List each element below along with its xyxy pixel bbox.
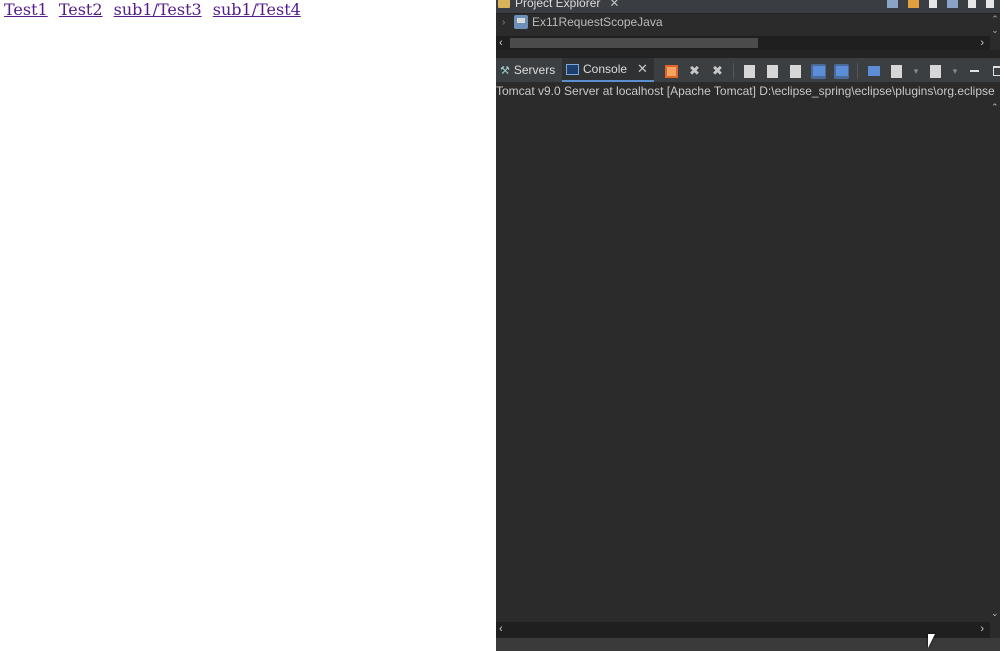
project-explorer-label: Project Explorer <box>515 0 601 10</box>
remove-all-terminated-icon[interactable]: ✖ <box>710 63 725 79</box>
close-icon[interactable]: ✕ <box>637 61 648 77</box>
remove-launch-icon[interactable]: ✖ <box>687 63 702 79</box>
collapse-all-icon[interactable] <box>887 0 898 8</box>
project-explorer-horizontal-scrollbar[interactable]: ‹ › <box>496 36 990 50</box>
scroll-lock-icon[interactable] <box>765 64 780 79</box>
pin-console-icon[interactable] <box>866 64 881 79</box>
show-console-stderr-icon[interactable] <box>834 63 849 79</box>
project-explorer-header: Project Explorer ✕ <box>496 0 1000 14</box>
toolbar-separator <box>857 63 858 79</box>
project-explorer-tree: › Ex11RequestScopeJava <box>496 14 1000 36</box>
scroll-left-icon[interactable]: ‹ <box>499 623 503 635</box>
console-toolbar: ✖ ✖ ▾ ▾ <box>664 63 1000 79</box>
tab-console-label: Console <box>583 62 628 76</box>
scroll-down-icon[interactable]: ⌄ <box>991 608 999 619</box>
mouse-cursor-icon <box>928 634 935 648</box>
filter-icon[interactable] <box>929 0 937 8</box>
console-icon <box>566 63 579 75</box>
link-sub1-test4[interactable]: sub1/Test4 <box>213 0 301 19</box>
toolbar-separator <box>733 63 734 79</box>
view-divider[interactable] <box>496 50 1000 58</box>
tree-item-label: Ex11RequestScopeJava <box>532 15 663 29</box>
servers-icon: ⚒ <box>500 64 510 77</box>
scroll-right-icon[interactable]: › <box>980 36 984 50</box>
link-list: Test1 Test2 sub1/Test3 sub1/Test4 <box>4 0 307 20</box>
project-explorer-vertical-scrollbar[interactable]: ⌃ ⌄ <box>990 14 1000 54</box>
tab-console[interactable]: Console ✕ <box>562 58 654 82</box>
word-wrap-icon[interactable] <box>788 64 803 79</box>
minimize-icon[interactable] <box>967 64 982 79</box>
link-with-editor-icon[interactable] <box>908 0 919 8</box>
tab-project-explorer[interactable]: Project Explorer ✕ <box>498 0 619 13</box>
console-horizontal-scrollbar[interactable]: ‹ › <box>496 622 990 638</box>
status-bar <box>496 638 1000 651</box>
show-console-stdout-icon[interactable] <box>811 63 826 79</box>
view-menu-icon[interactable] <box>947 0 958 8</box>
console-output[interactable] <box>496 100 990 621</box>
tree-item[interactable]: › Ex11RequestScopeJava <box>502 15 663 29</box>
tab-servers-label: Servers <box>513 63 556 77</box>
eclipse-window: Project Explorer ✕ › Ex11RequestScopeJav… <box>496 0 1000 651</box>
console-vertical-scrollbar[interactable]: ⌃ ⌄ <box>990 100 1000 621</box>
scrollbar-thumb[interactable] <box>510 38 758 48</box>
terminate-icon[interactable] <box>664 64 679 79</box>
chevron-right-icon[interactable]: › <box>502 17 510 28</box>
project-explorer-icon <box>498 0 510 8</box>
maximize-icon[interactable] <box>986 0 994 8</box>
scroll-up-icon[interactable]: ⌃ <box>991 102 999 113</box>
open-console-icon[interactable] <box>928 64 943 79</box>
link-test2[interactable]: Test2 <box>59 0 103 19</box>
link-test1[interactable]: Test1 <box>4 0 48 19</box>
link-sub1-test3[interactable]: sub1/Test3 <box>114 0 202 19</box>
scroll-right-icon[interactable]: › <box>980 623 984 635</box>
web-project-icon <box>514 15 528 29</box>
display-selected-console-icon[interactable] <box>889 64 904 79</box>
close-icon[interactable]: ✕ <box>609 0 619 10</box>
project-explorer-toolbar <box>887 0 994 8</box>
chevron-down-icon[interactable]: ▾ <box>951 64 959 79</box>
console-process-label: Tomcat v9.0 Server at localhost [Apache … <box>496 82 1000 100</box>
clear-console-icon[interactable] <box>742 64 757 79</box>
tab-servers[interactable]: ⚒ Servers <box>500 58 555 82</box>
console-tab-bar: ⚒ Servers Console ✕ ✖ ✖ ▾ ▾ <box>496 58 1000 83</box>
scroll-left-icon[interactable]: ‹ <box>499 36 503 50</box>
more-options-icon[interactable] <box>968 0 976 8</box>
browser-page: Test1 Test2 sub1/Test3 sub1/Test4 <box>0 0 496 651</box>
maximize-icon[interactable] <box>990 64 1000 79</box>
chevron-down-icon[interactable]: ▾ <box>912 64 920 79</box>
